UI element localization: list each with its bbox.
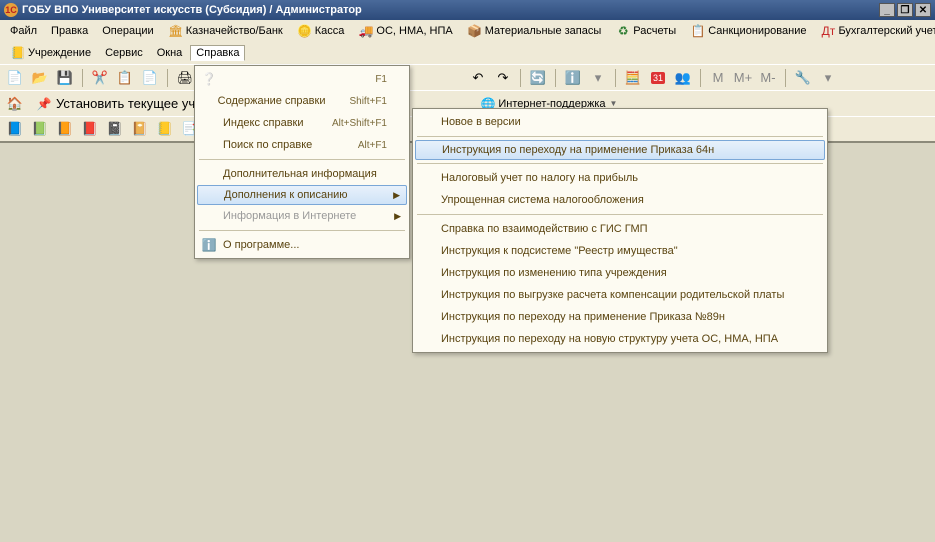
icon2[interactable]: 📗 — [29, 118, 51, 140]
close-button[interactable]: ✕ — [915, 3, 931, 17]
stamp-icon: 📋 — [690, 23, 706, 39]
add-order89[interactable]: Инструкция по переходу на применение При… — [415, 306, 825, 328]
add-osstruct[interactable]: Инструкция по переходу на новую структур… — [415, 328, 825, 350]
submenu-arrow-icon: ▶ — [394, 211, 401, 222]
add-simple[interactable]: Упрощенная система налогообложения — [415, 189, 825, 211]
toolbar-main: 📄 📂 💾 ✂️ 📋 📄 🖨 🔍 ↶ ↷ 🔄 ℹ️ ▾ 🧮 31 👥 M M+ … — [0, 64, 935, 90]
truck-icon: 🚚 — [358, 23, 374, 39]
users-button[interactable]: 👥 — [672, 67, 694, 89]
add-new-in-version[interactable]: Новое в версии — [415, 111, 825, 133]
calendar-button[interactable]: 31 — [647, 67, 669, 89]
menu-cash[interactable]: 🪙Касса — [291, 21, 351, 41]
open-button[interactable]: 📂 — [29, 67, 51, 89]
menu-service[interactable]: Сервис — [99, 45, 149, 61]
help-index[interactable]: Индекс справки Alt+Shift+F1 — [197, 112, 407, 134]
shortcut-label: Alt+Shift+F1 — [332, 118, 387, 129]
icon4[interactable]: 📕 — [79, 118, 101, 140]
menu-accounting[interactable]: ДтБухгалтерский учет — [814, 21, 935, 41]
help-dropdown: ❔ F1 Содержание справки Shift+F1 Индекс … — [194, 65, 410, 259]
book-icon: 📒 — [10, 45, 26, 61]
refresh-button[interactable]: 🔄 — [527, 67, 549, 89]
cycle-icon: ♻ — [615, 23, 631, 39]
menu-treasury[interactable]: 🏛Казначейство/Банк — [162, 21, 289, 41]
icon5[interactable]: 📓 — [104, 118, 126, 140]
mminus-button[interactable]: M- — [757, 67, 779, 89]
print-button[interactable]: 🖨 — [174, 67, 196, 89]
pin-icon: 📌 — [36, 96, 52, 112]
menu-calc[interactable]: ♻Расчеты — [609, 21, 682, 41]
help-extra[interactable]: Дополнительная информация — [197, 163, 407, 185]
add-typechange[interactable]: Инструкция по изменению типа учреждения — [415, 262, 825, 284]
shortcut-label: F1 — [375, 74, 387, 85]
icon3[interactable]: 📙 — [54, 118, 76, 140]
restore-button[interactable]: ❐ — [897, 3, 913, 17]
undo-button[interactable]: ↶ — [467, 67, 489, 89]
menu-file[interactable]: Файл — [4, 23, 43, 39]
paste-button[interactable]: 📄 — [139, 67, 161, 89]
home-button[interactable]: 🏠 — [4, 93, 26, 115]
shortcut-label: Alt+F1 — [358, 140, 387, 151]
add-registry[interactable]: Инструкция к подсистеме "Реестр имуществ… — [415, 240, 825, 262]
help-search[interactable]: Поиск по справке Alt+F1 — [197, 134, 407, 156]
help-inet[interactable]: Информация в Интернете ▶ — [197, 205, 407, 227]
minimize-button[interactable]: _ — [879, 3, 895, 17]
title-bar: 1C ГОБУ ВПО Университет искусств (Субсид… — [0, 0, 935, 20]
copy-button[interactable]: 📋 — [114, 67, 136, 89]
menubar-main: Файл Правка Операции 🏛Казначейство/Банк … — [0, 20, 935, 42]
dropdown-button[interactable]: ▾ — [587, 67, 609, 89]
menu-assets[interactable]: 🚚ОС, НМА, НПА — [352, 21, 458, 41]
menu-materials[interactable]: 📦Материальные запасы — [461, 21, 608, 41]
add-order64[interactable]: Инструкция по переходу на применение При… — [415, 140, 825, 160]
tools-dropdown[interactable]: ▾ — [817, 67, 839, 89]
menu-institution[interactable]: 📒Учреждение — [4, 43, 97, 63]
menu-operations[interactable]: Операции — [96, 23, 159, 39]
help-contents[interactable]: Содержание справки Shift+F1 — [197, 90, 407, 112]
bank-icon: 🏛 — [168, 23, 184, 39]
menu-help[interactable]: Справка — [190, 45, 245, 61]
menubar-secondary: 📒Учреждение Сервис Окна Справка — [0, 42, 935, 64]
icon1[interactable]: 📘 — [4, 118, 26, 140]
help-additions[interactable]: Дополнения к описанию ▶ — [197, 185, 407, 205]
menu-edit[interactable]: Правка — [45, 23, 94, 39]
cut-button[interactable]: ✂️ — [89, 67, 111, 89]
window-title: ГОБУ ВПО Университет искусств (Субсидия)… — [22, 4, 879, 16]
add-gis[interactable]: Справка по взаимодействию с ГИС ГМП — [415, 218, 825, 240]
menu-sanction[interactable]: 📋Санкционирование — [684, 21, 812, 41]
chevron-down-icon: ▼ — [610, 99, 618, 108]
add-tax[interactable]: Налоговый учет по налогу на прибыль — [415, 167, 825, 189]
box-icon: 📦 — [467, 23, 483, 39]
icon6[interactable]: 📔 — [129, 118, 151, 140]
additions-submenu: Новое в версии Инструкция по переходу на… — [412, 108, 828, 353]
m-button[interactable]: M — [707, 67, 729, 89]
client-area: ❔ F1 Содержание справки Shift+F1 Индекс … — [0, 143, 935, 542]
help-icon: ❔ — [201, 71, 217, 87]
calc-button[interactable]: 🧮 — [622, 67, 644, 89]
help-f1[interactable]: ❔ F1 — [197, 68, 407, 90]
info-button[interactable]: ℹ️ — [562, 67, 584, 89]
shortcut-label: Shift+F1 — [349, 96, 387, 107]
new-doc-button[interactable]: 📄 — [4, 67, 26, 89]
menu-windows[interactable]: Окна — [151, 45, 189, 61]
info-icon: ℹ️ — [201, 237, 217, 253]
app-icon: 1C — [4, 3, 18, 17]
save-button[interactable]: 💾 — [54, 67, 76, 89]
submenu-arrow-icon: ▶ — [393, 190, 400, 201]
coins-icon: 🪙 — [297, 23, 313, 39]
icon7[interactable]: 📒 — [154, 118, 176, 140]
ledger-icon: Дт — [820, 23, 836, 39]
tools-button[interactable]: 🔧 — [792, 67, 814, 89]
help-about[interactable]: ℹ️ О программе... — [197, 234, 407, 256]
redo-button[interactable]: ↷ — [492, 67, 514, 89]
add-parentpay[interactable]: Инструкция по выгрузке расчета компенсац… — [415, 284, 825, 306]
mplus-button[interactable]: M+ — [732, 67, 754, 89]
